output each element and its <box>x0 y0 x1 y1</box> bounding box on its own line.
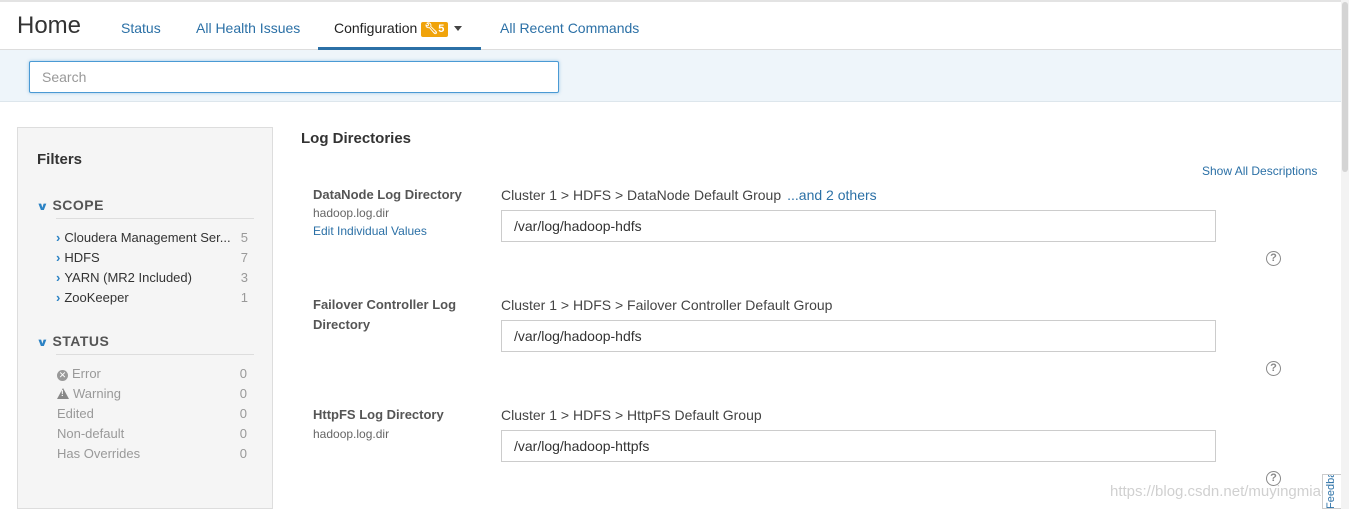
status-filter-non-default[interactable]: Non-default 0 <box>57 426 247 441</box>
httpfs-log-directory-input[interactable] <box>501 430 1216 462</box>
chevron-right-icon: › <box>56 270 61 285</box>
property-scope-path: Cluster 1 > HDFS > HttpFS Default Group <box>501 407 762 423</box>
scope-item-count: 7 <box>240 250 248 265</box>
scope-item-label: Cloudera Management Ser... <box>64 230 231 245</box>
scope-item-hdfs[interactable]: › HDFS 7 <box>56 250 248 265</box>
status-filter-warning[interactable]: Warning 0 <box>57 386 247 401</box>
property-key: hadoop.log.dir <box>313 206 390 220</box>
filters-title: Filters <box>37 151 83 168</box>
scope-path-text: Cluster 1 > HDFS > DataNode Default Grou… <box>501 187 782 203</box>
search-bar <box>0 50 1341 102</box>
and-others-link[interactable]: ...and 2 others <box>787 187 877 203</box>
status-filter-has-overrides[interactable]: Has Overrides 0 <box>57 446 247 461</box>
status-item-count: 0 <box>239 386 247 401</box>
status-filter-error[interactable]: ✕ Error 0 <box>57 366 247 381</box>
property-label-line: Directory <box>313 317 371 332</box>
tab-status[interactable]: Status <box>121 20 161 36</box>
property-scope-path: Cluster 1 > HDFS > Failover Controller D… <box>501 297 833 313</box>
wrench-icon: 🔧︎ <box>424 23 439 35</box>
status-item-label: Edited <box>57 406 94 421</box>
status-section-toggle[interactable]: ∨ STATUS <box>36 333 110 349</box>
show-all-descriptions-link[interactable]: Show All Descriptions <box>1202 164 1317 178</box>
search-input[interactable] <box>29 61 559 93</box>
failover-controller-log-directory-input[interactable] <box>501 320 1216 352</box>
scope-item-zookeeper[interactable]: › ZooKeeper 1 <box>56 290 248 305</box>
edit-individual-values-link[interactable]: Edit Individual Values <box>313 224 427 238</box>
watermark: https://blog.csdn.net/muyingmiao <box>1110 483 1330 500</box>
status-filter-edited[interactable]: Edited 0 <box>57 406 247 421</box>
feedback-tab[interactable]: Feedback <box>1322 474 1341 509</box>
chevron-right-icon: › <box>56 290 61 305</box>
chevron-down-icon[interactable] <box>454 26 463 31</box>
tab-all-health-issues[interactable]: All Health Issues <box>196 20 300 36</box>
scope-item-count: 1 <box>240 290 248 305</box>
chevron-right-icon: › <box>56 250 61 265</box>
chevron-down-icon: ∨ <box>36 201 50 213</box>
top-nav-bar: Home Status All Health Issues Configurat… <box>0 0 1341 51</box>
status-heading: STATUS <box>52 333 110 349</box>
status-item-label: Warning <box>73 386 121 401</box>
filters-panel: Filters ∨ SCOPE › Cloudera Management Ser.… <box>17 127 273 509</box>
status-item-label: Error <box>72 366 101 381</box>
divider <box>56 218 254 219</box>
page-title: Home <box>17 12 82 39</box>
status-item-count: 0 <box>239 406 247 421</box>
property-scope-path: Cluster 1 > HDFS > DataNode Default Grou… <box>501 187 877 203</box>
config-issues-badge: 🔧︎5 <box>421 22 449 37</box>
scope-item-cloudera-management[interactable]: › Cloudera Management Ser... 5 <box>56 230 248 245</box>
error-icon: ✕ <box>57 370 68 381</box>
status-item-label: Has Overrides <box>57 446 141 461</box>
divider <box>56 354 254 355</box>
scope-item-count: 3 <box>240 270 248 285</box>
datanode-log-directory-input[interactable] <box>501 210 1216 242</box>
status-item-count: 0 <box>239 426 247 441</box>
status-item-count: 0 <box>239 446 247 461</box>
warning-icon <box>57 388 69 399</box>
feedback-label: Feedback <box>1325 474 1337 509</box>
scope-item-label: ZooKeeper <box>64 290 129 305</box>
help-icon[interactable]: ? <box>1266 251 1281 266</box>
tab-all-recent-commands[interactable]: All Recent Commands <box>500 20 639 36</box>
tab-configuration[interactable]: Configuration 🔧︎5 <box>334 20 463 37</box>
scope-heading: SCOPE <box>52 197 104 213</box>
scope-item-label: HDFS <box>64 250 100 265</box>
chevron-down-icon: ∨ <box>36 337 50 349</box>
help-icon[interactable]: ? <box>1266 361 1281 376</box>
scrollbar-thumb[interactable] <box>1342 2 1348 172</box>
chevron-right-icon: › <box>56 230 61 245</box>
status-item-label: Non-default <box>57 426 125 441</box>
property-label-line: Failover Controller Log <box>313 297 457 312</box>
page-scrollbar[interactable] <box>1341 0 1349 509</box>
property-label: Failover Controller Log Directory <box>313 295 456 335</box>
section-title: Log Directories <box>301 130 412 147</box>
scope-item-yarn[interactable]: › YARN (MR2 Included) 3 <box>56 270 248 285</box>
scope-item-label: YARN (MR2 Included) <box>64 270 192 285</box>
scope-item-count: 5 <box>240 230 248 245</box>
property-key: hadoop.log.dir <box>313 427 390 441</box>
property-label: DataNode Log Directory <box>313 187 462 202</box>
status-item-count: 0 <box>239 366 247 381</box>
config-issues-count: 5 <box>438 23 445 35</box>
scope-section-toggle[interactable]: ∨ SCOPE <box>36 197 104 213</box>
property-label: HttpFS Log Directory <box>313 407 444 422</box>
tab-configuration-label: Configuration <box>334 20 418 36</box>
